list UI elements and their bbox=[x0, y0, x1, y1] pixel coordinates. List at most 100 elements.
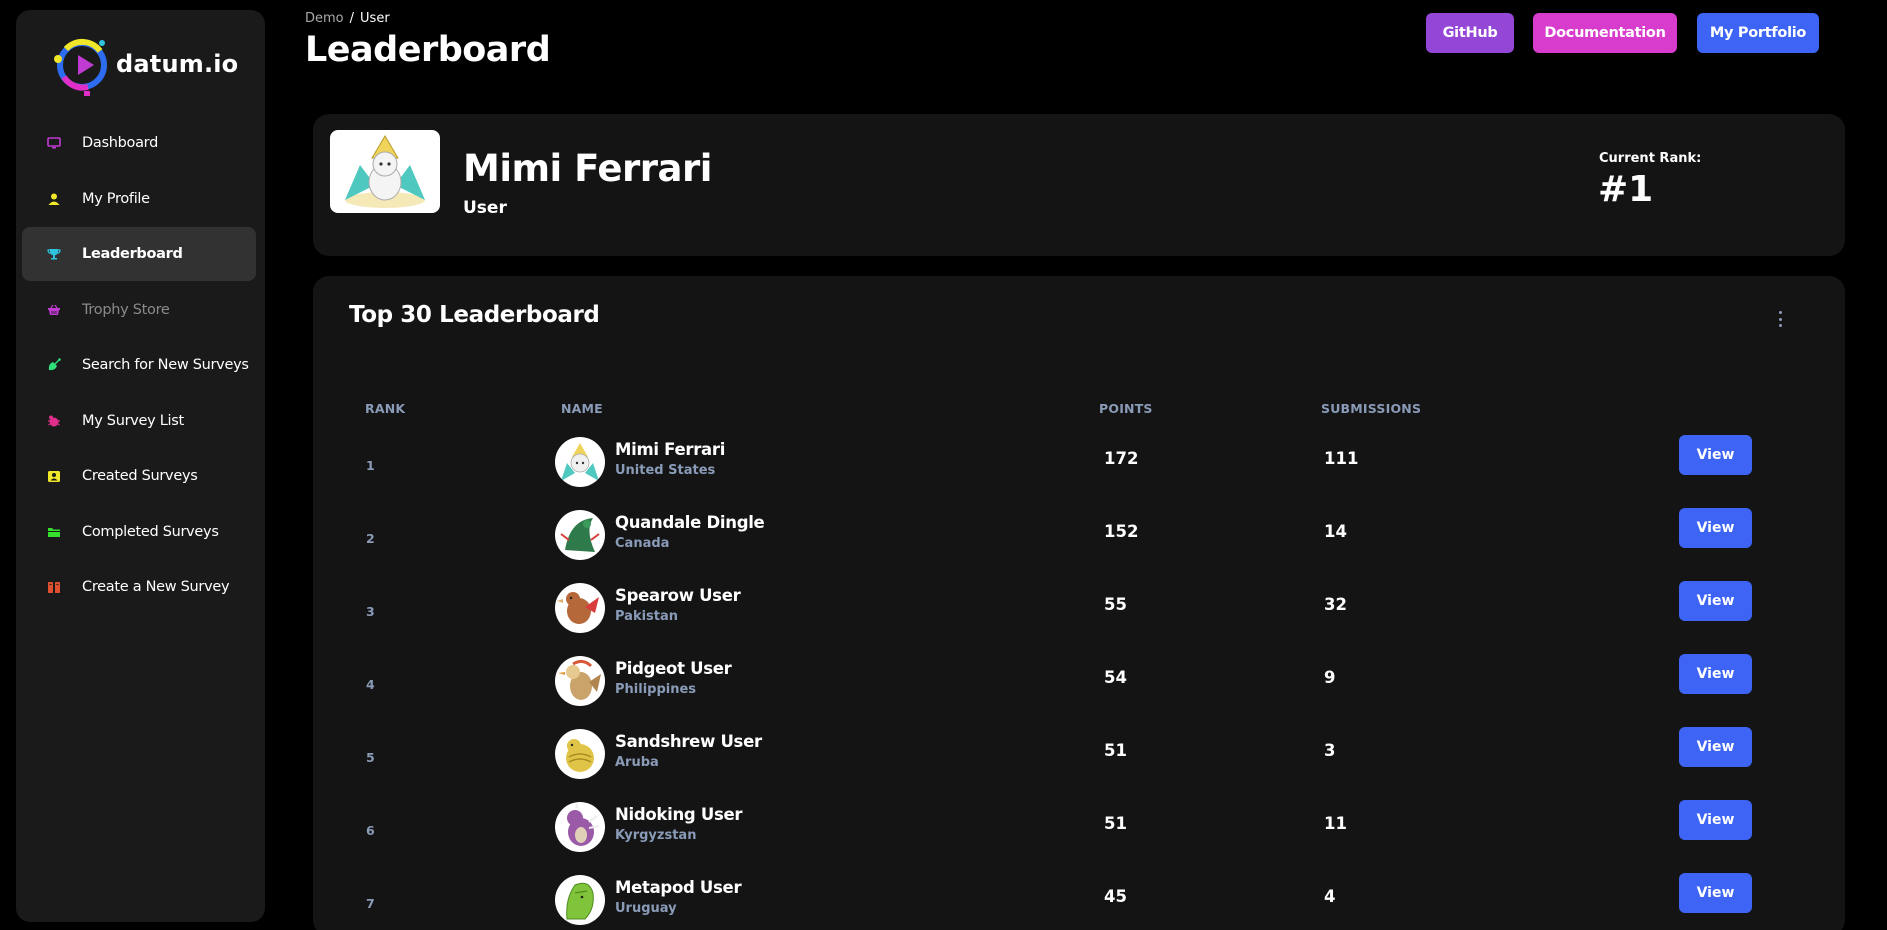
column-header-rank: RANK bbox=[365, 401, 406, 416]
sidebar-item-my-profile[interactable]: My Profile bbox=[22, 172, 256, 226]
bug-icon bbox=[46, 413, 62, 429]
column-header-points: POINTS bbox=[1099, 401, 1153, 416]
avatar bbox=[555, 583, 605, 633]
row-points: 54 bbox=[1104, 668, 1127, 687]
my-portfolio-button[interactable]: My Portfolio bbox=[1697, 13, 1819, 53]
view-button[interactable]: View bbox=[1679, 435, 1752, 475]
column-header-name: NAME bbox=[561, 401, 603, 416]
view-button[interactable]: View bbox=[1679, 581, 1752, 621]
row-name: Nidoking User bbox=[615, 805, 743, 824]
view-button[interactable]: View bbox=[1679, 654, 1752, 694]
sidebar-item-leaderboard[interactable]: Leaderboard bbox=[22, 227, 256, 281]
breadcrumb: Demo / User bbox=[305, 11, 390, 26]
avatar bbox=[555, 656, 605, 706]
documentation-button[interactable]: Documentation bbox=[1533, 13, 1677, 53]
column-header-submissions: SUBMISSIONS bbox=[1321, 401, 1422, 416]
table-row: 5 Sandshrew User Aruba 51 3 View bbox=[313, 726, 1845, 799]
table-row: 2 Quandale Dingle Canada 152 14 View bbox=[313, 507, 1845, 580]
row-name: Pidgeot User bbox=[615, 659, 732, 678]
current-rank-value: #1 bbox=[1598, 169, 1654, 210]
view-button[interactable]: View bbox=[1679, 873, 1752, 913]
row-rank: 7 bbox=[366, 896, 375, 911]
row-name: Quandale Dingle bbox=[615, 513, 765, 532]
sidebar: datum.io Dashboard My Profile Leaderboar… bbox=[16, 10, 265, 922]
row-country: Uruguay bbox=[615, 901, 677, 916]
sidebar-item-my-survey-list[interactable]: My Survey List bbox=[22, 394, 256, 448]
basket-icon bbox=[46, 302, 62, 318]
avatar bbox=[555, 729, 605, 779]
profile-role: User bbox=[463, 198, 507, 218]
avatar bbox=[555, 875, 605, 925]
avatar bbox=[555, 437, 605, 487]
table-row: 6 Nidoking User Kyrgyzstan 51 11 View bbox=[313, 799, 1845, 872]
view-button[interactable]: View bbox=[1679, 727, 1752, 767]
sidebar-nav: Dashboard My Profile Leaderboard Trophy … bbox=[22, 116, 256, 616]
row-rank: 3 bbox=[366, 604, 375, 619]
trophy-icon bbox=[46, 246, 62, 262]
row-submissions: 9 bbox=[1324, 668, 1336, 687]
book-icon bbox=[46, 579, 62, 595]
sidebar-item-search-surveys[interactable]: Search for New Surveys bbox=[22, 338, 256, 392]
row-rank: 6 bbox=[366, 823, 375, 838]
row-rank: 4 bbox=[366, 677, 375, 692]
avatar bbox=[555, 802, 605, 852]
view-button[interactable]: View bbox=[1679, 800, 1752, 840]
sidebar-item-label: My Survey List bbox=[82, 412, 184, 429]
more-options-icon[interactable] bbox=[1775, 311, 1785, 327]
row-points: 55 bbox=[1104, 595, 1127, 614]
sidebar-item-label: Create a New Survey bbox=[82, 579, 230, 595]
row-country: Canada bbox=[615, 536, 670, 551]
sidebar-item-dashboard[interactable]: Dashboard bbox=[22, 116, 256, 170]
breadcrumb-current: User bbox=[360, 11, 390, 26]
page-title: Leaderboard bbox=[305, 30, 551, 70]
sidebar-item-label: Created Surveys bbox=[82, 468, 198, 484]
row-points: 51 bbox=[1104, 741, 1127, 760]
row-name: Mimi Ferrari bbox=[615, 440, 726, 459]
github-button[interactable]: GitHub bbox=[1426, 13, 1514, 53]
satellite-icon bbox=[46, 357, 62, 373]
current-rank-label: Current Rank: bbox=[1599, 151, 1702, 166]
row-points: 45 bbox=[1104, 887, 1127, 906]
row-submissions: 14 bbox=[1324, 522, 1347, 541]
table-row: 1 Mimi Ferrari United States 172 111 Vie… bbox=[313, 434, 1845, 507]
row-country: Kyrgyzstan bbox=[615, 828, 697, 843]
row-points: 152 bbox=[1104, 522, 1139, 541]
brand[interactable]: datum.io bbox=[44, 27, 238, 101]
sidebar-item-label: Trophy Store bbox=[82, 301, 170, 318]
badge-icon bbox=[46, 468, 62, 484]
row-country: Philippines bbox=[615, 682, 697, 697]
sidebar-item-created-surveys[interactable]: Created Surveys bbox=[22, 449, 256, 503]
profile-card: Mimi Ferrari User Current Rank: #1 bbox=[313, 114, 1845, 256]
breadcrumb-root[interactable]: Demo bbox=[305, 11, 344, 26]
table-row: 7 Metapod User Uruguay 45 4 View bbox=[313, 872, 1845, 930]
profile-name: Mimi Ferrari bbox=[463, 147, 712, 190]
row-points: 172 bbox=[1104, 449, 1139, 468]
sidebar-item-label: Leaderboard bbox=[82, 246, 183, 262]
row-submissions: 4 bbox=[1324, 887, 1336, 906]
sidebar-item-trophy-store[interactable]: Trophy Store bbox=[22, 283, 256, 337]
row-submissions: 32 bbox=[1324, 595, 1347, 614]
row-submissions: 11 bbox=[1324, 814, 1347, 833]
row-name: Sandshrew User bbox=[615, 732, 762, 751]
row-points: 51 bbox=[1104, 814, 1127, 833]
table-row: 4 Pidgeot User Philippines 54 9 View bbox=[313, 653, 1845, 726]
folder-icon bbox=[46, 524, 62, 540]
row-submissions: 3 bbox=[1324, 741, 1336, 760]
row-country: Aruba bbox=[615, 755, 659, 770]
sidebar-item-label: My Profile bbox=[82, 190, 150, 207]
row-rank: 1 bbox=[366, 458, 375, 473]
leaderboard-title: Top 30 Leaderboard bbox=[349, 302, 600, 328]
table-row: 3 Spearow User Pakistan 55 32 View bbox=[313, 580, 1845, 653]
brand-name: datum.io bbox=[116, 50, 239, 78]
sidebar-item-completed-surveys[interactable]: Completed Surveys bbox=[22, 505, 256, 559]
view-button[interactable]: View bbox=[1679, 508, 1752, 548]
sidebar-item-label: Completed Surveys bbox=[82, 523, 219, 540]
row-submissions: 111 bbox=[1324, 449, 1359, 468]
sidebar-item-create-survey[interactable]: Create a New Survey bbox=[22, 560, 256, 614]
row-country: Pakistan bbox=[615, 609, 679, 624]
sidebar-item-label: Search for New Surveys bbox=[82, 357, 249, 373]
datum-logo-icon bbox=[44, 27, 114, 101]
row-name: Spearow User bbox=[615, 586, 741, 605]
sidebar-item-label: Dashboard bbox=[82, 135, 158, 151]
monitor-icon bbox=[46, 135, 62, 151]
